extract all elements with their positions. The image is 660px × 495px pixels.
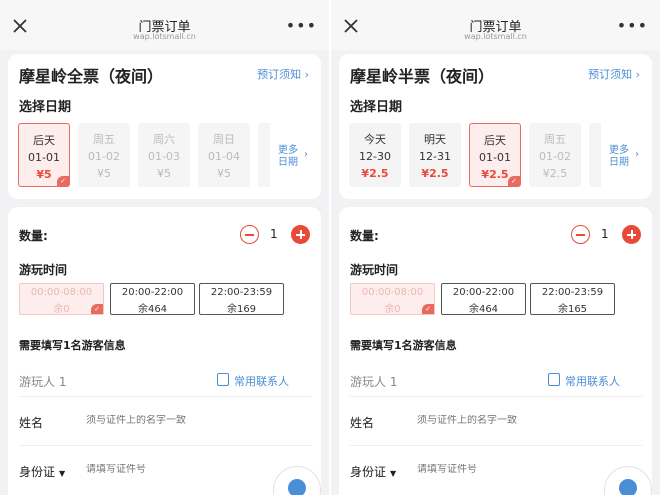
check-corner-icon: ✓ bbox=[508, 176, 520, 186]
quantity-label: 数量: bbox=[19, 229, 48, 243]
ticket-card: 摩星岭全票（夜间） 预订须知 › 选择日期 后天 01-01 ¥5 ✓ 周五 0… bbox=[8, 54, 321, 199]
page-url: wap.lotsmall.cn bbox=[464, 32, 527, 41]
user-avatar-icon bbox=[288, 479, 306, 495]
date-option[interactable]: 明天 12-31 ¥2.5 bbox=[409, 123, 461, 187]
plus-button[interactable] bbox=[291, 225, 310, 244]
name-label: 姓名 bbox=[350, 416, 375, 430]
date-option: 周日 01-04 ¥5 bbox=[198, 123, 250, 187]
time-slot[interactable]: 20:00-22:00 余464 bbox=[110, 283, 195, 315]
caret-down-icon: ▼ bbox=[390, 469, 397, 478]
more-dots-icon[interactable]: ••• bbox=[617, 18, 648, 34]
more-dots-icon[interactable]: ••• bbox=[286, 18, 317, 34]
quantity-value: 1 bbox=[601, 227, 609, 241]
order-form-card: 数量: 1 游玩时间 00:00-08:00 余0 ✓ 20:00-22:00 … bbox=[339, 207, 652, 495]
time-slot[interactable]: 22:00-23:59 余169 bbox=[199, 283, 284, 315]
date-picker: 今天 12-30 ¥2.5 明天 12-31 ¥2.5 后天 01-01 ¥2.… bbox=[349, 123, 601, 189]
more-dates-button[interactable]: 更多日期 › bbox=[609, 145, 639, 169]
quantity-label: 数量: bbox=[350, 229, 379, 243]
name-row: 姓名 bbox=[19, 396, 311, 446]
name-row: 姓名 bbox=[350, 396, 642, 446]
floating-contact-button[interactable] bbox=[273, 466, 321, 495]
frequent-contacts-button[interactable]: 常用联系人 bbox=[217, 373, 289, 389]
minus-button[interactable] bbox=[571, 225, 590, 244]
date-option: 周五 01-02 ¥2.5 bbox=[529, 123, 581, 187]
plus-button[interactable] bbox=[622, 225, 641, 244]
name-label: 姓名 bbox=[19, 416, 44, 430]
top-bar: 门票订单 wap.lotsmall.cn ••• bbox=[331, 0, 660, 50]
select-date-label: 选择日期 bbox=[19, 100, 72, 115]
time-slot: 00:00-08:00 余0 ✓ bbox=[350, 283, 435, 315]
id-number-input[interactable] bbox=[417, 464, 567, 475]
date-picker: 后天 01-01 ¥5 ✓ 周五 01-02 ¥5 周六 01-03 ¥5 周日… bbox=[18, 123, 270, 189]
chevron-right-icon: › bbox=[635, 149, 639, 160]
caret-down-icon: ▼ bbox=[59, 469, 66, 478]
visitor-label: 游玩人 1 bbox=[19, 375, 67, 389]
chevron-right-icon: › bbox=[632, 68, 640, 81]
frequent-contacts-button[interactable]: 常用联系人 bbox=[548, 373, 620, 389]
visitor-info-label: 需要填写1名游客信息 bbox=[19, 339, 126, 352]
date-option[interactable]: 今天 12-30 ¥2.5 bbox=[349, 123, 401, 187]
chevron-right-icon: › bbox=[301, 68, 309, 81]
order-form-card: 数量: 1 游玩时间 00:00-08:00 余0 ✓ 20:00-22:00 … bbox=[8, 207, 321, 495]
id-number-input[interactable] bbox=[86, 464, 236, 475]
visitor-info-label: 需要填写1名游客信息 bbox=[350, 339, 457, 352]
check-corner-icon: ✓ bbox=[422, 304, 434, 314]
quantity-value: 1 bbox=[270, 227, 278, 241]
date-option: 周六 01-03 ¥5 bbox=[138, 123, 190, 187]
ticket-title: 摩星岭全票（夜间） bbox=[19, 67, 164, 86]
date-option-partial bbox=[258, 123, 270, 187]
chevron-right-icon: › bbox=[304, 149, 308, 160]
contact-card-icon bbox=[217, 373, 229, 386]
page-url: wap.lotsmall.cn bbox=[133, 32, 196, 41]
ticket-title: 摩星岭半票（夜间） bbox=[350, 67, 495, 86]
booking-notice-link[interactable]: 预订须知 › bbox=[588, 66, 640, 82]
order-panel-full-ticket: 门票订单 wap.lotsmall.cn ••• 摩星岭全票（夜间） 预订须知 … bbox=[0, 0, 329, 495]
time-slot: 00:00-08:00 余0 ✓ bbox=[19, 283, 104, 315]
check-corner-icon: ✓ bbox=[91, 304, 103, 314]
date-option-partial bbox=[589, 123, 601, 187]
time-slot[interactable]: 20:00-22:00 余464 bbox=[441, 283, 526, 315]
top-bar: 门票订单 wap.lotsmall.cn ••• bbox=[0, 0, 329, 50]
ticket-card: 摩星岭半票（夜间） 预订须知 › 选择日期 今天 12-30 ¥2.5 明天 1… bbox=[339, 54, 652, 199]
date-option: 周五 01-02 ¥5 bbox=[78, 123, 130, 187]
date-option[interactable]: 后天 01-01 ¥5 ✓ bbox=[18, 123, 70, 187]
play-time-label: 游玩时间 bbox=[19, 263, 68, 277]
contact-card-icon bbox=[548, 373, 560, 386]
visitor-label: 游玩人 1 bbox=[350, 375, 398, 389]
more-dates-button[interactable]: 更多日期 › bbox=[278, 145, 308, 169]
name-input[interactable] bbox=[417, 415, 617, 426]
check-corner-icon: ✓ bbox=[57, 176, 69, 186]
date-option[interactable]: 后天 01-01 ¥2.5 ✓ bbox=[469, 123, 521, 187]
order-panel-half-ticket: 门票订单 wap.lotsmall.cn ••• 摩星岭半票（夜间） 预订须知 … bbox=[331, 0, 660, 495]
booking-notice-link[interactable]: 预订须知 › bbox=[257, 66, 309, 82]
floating-contact-button[interactable] bbox=[604, 466, 652, 495]
id-type-select[interactable]: 身份证 ▼ bbox=[350, 463, 396, 480]
play-time-label: 游玩时间 bbox=[350, 263, 399, 277]
user-avatar-icon bbox=[619, 479, 637, 495]
select-date-label: 选择日期 bbox=[350, 100, 403, 115]
name-input[interactable] bbox=[86, 415, 286, 426]
minus-button[interactable] bbox=[240, 225, 259, 244]
time-slot[interactable]: 22:00-23:59 余165 bbox=[530, 283, 615, 315]
id-type-select[interactable]: 身份证 ▼ bbox=[19, 463, 65, 480]
